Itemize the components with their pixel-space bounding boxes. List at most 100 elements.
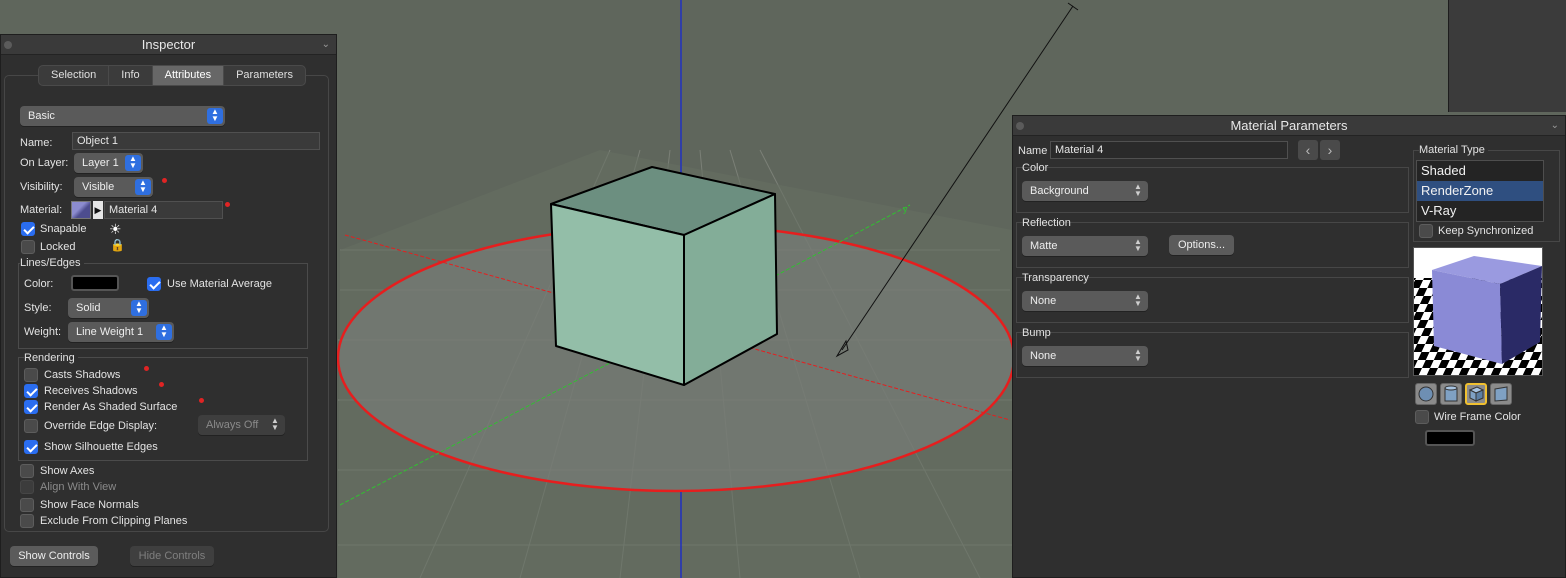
- exclude-clipping-label: Exclude From Clipping Planes: [40, 515, 188, 527]
- cube-object[interactable]: [550, 166, 778, 386]
- rendering-title: Rendering: [24, 352, 78, 364]
- cube-preview-icon[interactable]: [1465, 383, 1487, 405]
- render-as-shaded-label: Render As Shaded Surface: [44, 401, 178, 413]
- material-titlebar[interactable]: Material Parameters ⌄: [1013, 116, 1565, 136]
- use-material-average-label: Use Material Average: [167, 278, 272, 290]
- inspector-titlebar[interactable]: Inspector ⌄: [1, 35, 336, 55]
- casts-shadows-label: Casts Shadows: [44, 369, 121, 381]
- casts-shadows-checkbox[interactable]: [24, 368, 38, 382]
- locked-checkbox[interactable]: [21, 240, 35, 254]
- show-controls-button[interactable]: Show Controls: [10, 546, 98, 566]
- override-edge-value: Always Off: [206, 419, 259, 431]
- override-edge-display-checkbox[interactable]: [24, 419, 38, 433]
- name-label: Name:: [20, 137, 53, 149]
- line-weight-select[interactable]: Line Weight 1 ▲ ▼: [68, 322, 174, 342]
- tab-selection[interactable]: Selection: [39, 66, 110, 85]
- updown-icon: ▲ ▼: [1134, 292, 1142, 308]
- line-color-label: Color:: [24, 278, 54, 290]
- material-type-renderzone[interactable]: RenderZone: [1417, 181, 1543, 201]
- layer-select[interactable]: Layer 1 ▲ ▼: [74, 153, 143, 173]
- keep-synchronized-label: Keep Synchronized: [1438, 225, 1534, 237]
- light-source-marker[interactable]: [1067, 2, 1079, 11]
- render-as-shaded-checkbox[interactable]: [24, 400, 38, 414]
- reflection-shader-select[interactable]: Matte ▲ ▼: [1022, 236, 1148, 256]
- visibility-label: Visibility:: [20, 181, 63, 193]
- lock-icon: 🔒: [110, 238, 125, 252]
- align-with-view-checkbox: [20, 480, 34, 494]
- bump-shader-select[interactable]: None ▲ ▼: [1022, 346, 1148, 366]
- reflection-options-button[interactable]: Options...: [1169, 235, 1234, 255]
- receives-shadows-label: Receives Shadows: [44, 385, 138, 397]
- tab-attributes[interactable]: Attributes: [152, 66, 225, 85]
- object-name-field[interactable]: Object 1: [72, 132, 320, 150]
- visibility-select-value: Visible: [82, 181, 115, 193]
- material-type-shaded[interactable]: Shaded: [1417, 161, 1543, 181]
- material-preview-image: [1414, 248, 1542, 375]
- updown-icon: ▲ ▼: [125, 155, 141, 171]
- style-label: Style:: [24, 302, 52, 314]
- next-material-button[interactable]: ›: [1320, 140, 1340, 160]
- color-shader-select[interactable]: Background ▲ ▼: [1022, 181, 1148, 201]
- material-name-label: Name: [1018, 145, 1048, 157]
- material-panel-title: Material Parameters: [1230, 118, 1348, 133]
- color-title: Color: [1022, 162, 1049, 174]
- plane-preview-icon[interactable]: [1490, 383, 1512, 405]
- material-swatch[interactable]: [71, 201, 91, 219]
- on-layer-label: On Layer:: [20, 157, 69, 169]
- sphere-preview-icon[interactable]: [1415, 383, 1437, 405]
- hide-controls-button: Hide Controls: [130, 546, 214, 566]
- chevron-down-icon[interactable]: ⌄: [322, 35, 330, 55]
- reflection-title: Reflection: [1022, 217, 1071, 229]
- updown-icon: ▲ ▼: [156, 324, 172, 340]
- tab-parameters[interactable]: Parameters: [224, 66, 305, 85]
- wire-frame-color-label: Wire Frame Color: [1434, 411, 1521, 423]
- use-material-average-checkbox[interactable]: [147, 277, 161, 291]
- mode-select[interactable]: Basic ▲ ▼: [20, 106, 225, 126]
- wire-frame-color-checkbox[interactable]: [1415, 410, 1429, 424]
- material-label: Material:: [20, 204, 63, 216]
- material-type-list[interactable]: Shaded RenderZone V-Ray: [1416, 160, 1544, 222]
- snapable-checkbox[interactable]: [21, 222, 35, 236]
- transparency-title: Transparency: [1022, 272, 1089, 284]
- material-preview: [1413, 247, 1543, 376]
- chevron-down-icon[interactable]: ⌄: [1551, 116, 1559, 136]
- keep-synchronized-checkbox[interactable]: [1419, 224, 1433, 238]
- modified-indicator: [144, 366, 149, 371]
- updown-icon: ▲ ▼: [271, 416, 279, 432]
- previous-material-button[interactable]: ‹: [1298, 140, 1318, 160]
- wire-frame-color-swatch[interactable]: [1425, 430, 1475, 446]
- side-panel-edge: [1448, 0, 1566, 112]
- layer-select-value: Layer 1: [82, 157, 119, 169]
- cylinder-preview-icon[interactable]: [1440, 383, 1462, 405]
- updown-icon: ▲ ▼: [1134, 237, 1142, 253]
- updown-icon: ▲ ▼: [207, 108, 223, 124]
- lines-edges-title: Lines/Edges: [20, 257, 84, 269]
- transparency-shader-select[interactable]: None ▲ ▼: [1022, 291, 1148, 311]
- material-menu-arrow-icon[interactable]: ▶: [93, 201, 103, 219]
- show-silhouette-label: Show Silhouette Edges: [44, 441, 158, 453]
- show-face-normals-checkbox[interactable]: [20, 498, 34, 512]
- line-color-swatch[interactable]: [71, 275, 119, 291]
- updown-icon: ▲ ▼: [131, 300, 147, 316]
- show-silhouette-checkbox[interactable]: [24, 440, 38, 454]
- tab-info[interactable]: Info: [109, 66, 153, 85]
- mode-select-value: Basic: [28, 110, 55, 122]
- updown-icon: ▲ ▼: [1134, 182, 1142, 198]
- material-type-title: Material Type: [1419, 144, 1488, 156]
- material-type-vray[interactable]: V-Ray: [1417, 201, 1543, 221]
- line-style-select[interactable]: Solid ▲ ▼: [68, 298, 149, 318]
- material-name-field[interactable]: Material 4: [104, 201, 223, 219]
- close-dot-icon[interactable]: [4, 41, 12, 49]
- exclude-clipping-checkbox[interactable]: [20, 514, 34, 528]
- close-dot-icon[interactable]: [1016, 122, 1024, 130]
- visibility-select[interactable]: Visible ▲ ▼: [74, 177, 153, 197]
- inspector-panel: Inspector ⌄ Selection Info Attributes Pa…: [0, 34, 337, 578]
- show-axes-checkbox[interactable]: [20, 464, 34, 478]
- material-param-name-field[interactable]: Material 4: [1050, 141, 1288, 159]
- line-style-value: Solid: [76, 302, 101, 314]
- modified-indicator: [159, 382, 164, 387]
- override-edge-select: Always Off ▲ ▼: [198, 415, 285, 435]
- inspector-title: Inspector: [141, 37, 196, 52]
- modified-indicator: [225, 202, 230, 207]
- receives-shadows-checkbox[interactable]: [24, 384, 38, 398]
